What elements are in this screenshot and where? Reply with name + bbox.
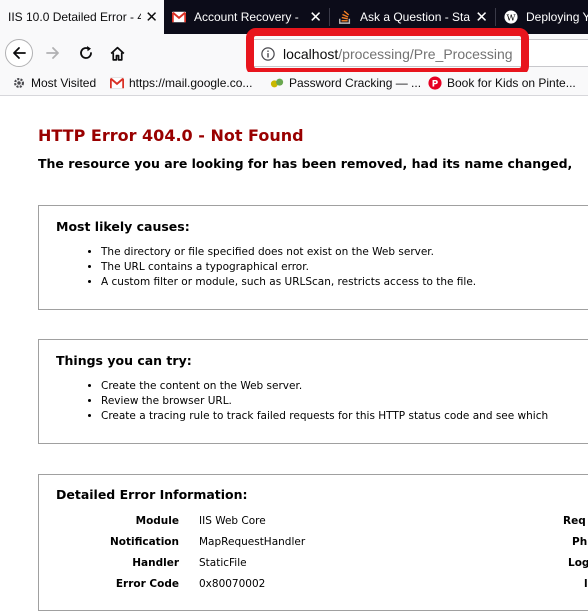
error-title: HTTP Error 404.0 - Not Found: [38, 126, 304, 145]
gmail-icon: [172, 11, 186, 23]
arrow-left-icon: [13, 47, 26, 59]
try-box: Things you can try: Create the content o…: [38, 339, 588, 444]
bookmark-icon: [270, 78, 284, 88]
details-box: Detailed Error Information: Module IIS W…: [38, 474, 588, 611]
tab-title: IIS 10.0 Detailed Error - 4: [8, 10, 142, 24]
forward-button[interactable]: [38, 38, 68, 68]
list-item: The URL contains a typographical error.: [101, 260, 476, 275]
detail-key: Handler: [132, 557, 179, 569]
home-icon: [110, 46, 124, 61]
pinterest-icon: P: [428, 76, 442, 90]
home-button[interactable]: [102, 38, 132, 68]
gear-icon: [14, 78, 24, 88]
svg-text:P: P: [432, 80, 439, 90]
detail-value: IIS Web Core: [199, 515, 266, 527]
causes-box: Most likely causes: The directory or fil…: [38, 205, 588, 310]
page-content: HTTP Error 404.0 - Not Found The resourc…: [0, 96, 588, 616]
detail-key: Error Code: [115, 578, 179, 590]
detail-value: 0x80070002: [199, 578, 266, 590]
bookmark-gmail[interactable]: https://mail.google.co...: [110, 76, 252, 90]
details-heading: Detailed Error Information:: [56, 487, 248, 502]
list-item: A custom filter or module, such as URLSc…: [101, 275, 476, 290]
list-item: Create a tracing rule to track failed re…: [101, 409, 548, 424]
causes-list: The directory or file specified does not…: [87, 245, 476, 290]
bookmark-most-visited[interactable]: Most Visited: [12, 76, 96, 90]
detail-right-key: Req: [563, 515, 586, 527]
close-icon[interactable]: ✕: [309, 9, 322, 25]
bookmark-label: Password Cracking — ...: [289, 76, 422, 90]
list-item: The directory or file specified does not…: [101, 245, 476, 260]
tab-title: Deploying Y: [526, 10, 588, 24]
detail-right-key: Log: [568, 557, 588, 569]
back-button[interactable]: [5, 39, 33, 67]
wikipedia-icon: W: [504, 10, 518, 24]
detail-key: Notification: [109, 536, 179, 548]
bookmark-pinterest[interactable]: P Book for Kids on Pinte...: [428, 76, 576, 90]
gmail-icon: [110, 77, 124, 89]
svg-text:W: W: [507, 14, 516, 24]
list-item: Review the browser URL.: [101, 394, 548, 409]
list-item: Create the content on the Web server.: [101, 379, 548, 394]
detail-key: Module: [135, 515, 179, 527]
bookmarks-toolbar: Most Visited https://mail.google.co... P…: [0, 72, 588, 96]
detail-value: StaticFile: [199, 557, 247, 569]
detail-value: MapRequestHandler: [199, 536, 306, 548]
reload-button[interactable]: [71, 38, 101, 68]
close-icon[interactable]: ✕: [145, 9, 158, 25]
red-highlight-annotation: [246, 28, 529, 76]
bookmark-password-cracking[interactable]: Password Cracking — ...: [270, 76, 421, 90]
stackoverflow-icon: [339, 10, 351, 24]
try-heading: Things you can try:: [56, 353, 192, 368]
close-icon[interactable]: ✕: [475, 9, 488, 25]
causes-heading: Most likely causes:: [56, 219, 190, 234]
tab-title: Ask a Question - Sta: [360, 10, 471, 24]
tab-iis-error[interactable]: IIS 10.0 Detailed Error - 4 ✕: [0, 0, 164, 34]
bookmark-label: Book for Kids on Pinte...: [447, 76, 576, 90]
bookmark-label: https://mail.google.co...: [129, 76, 253, 90]
detail-right-key: l: [584, 578, 588, 590]
bookmark-label: Most Visited: [31, 76, 97, 90]
detail-right-key: Ph: [572, 536, 588, 548]
tab-title: Account Recovery -: [194, 10, 299, 24]
error-subtitle: The resource you are looking for has bee…: [38, 156, 573, 171]
try-list: Create the content on the Web server. Re…: [87, 379, 548, 424]
arrow-right-icon: [46, 47, 59, 59]
reload-icon: [80, 46, 92, 59]
